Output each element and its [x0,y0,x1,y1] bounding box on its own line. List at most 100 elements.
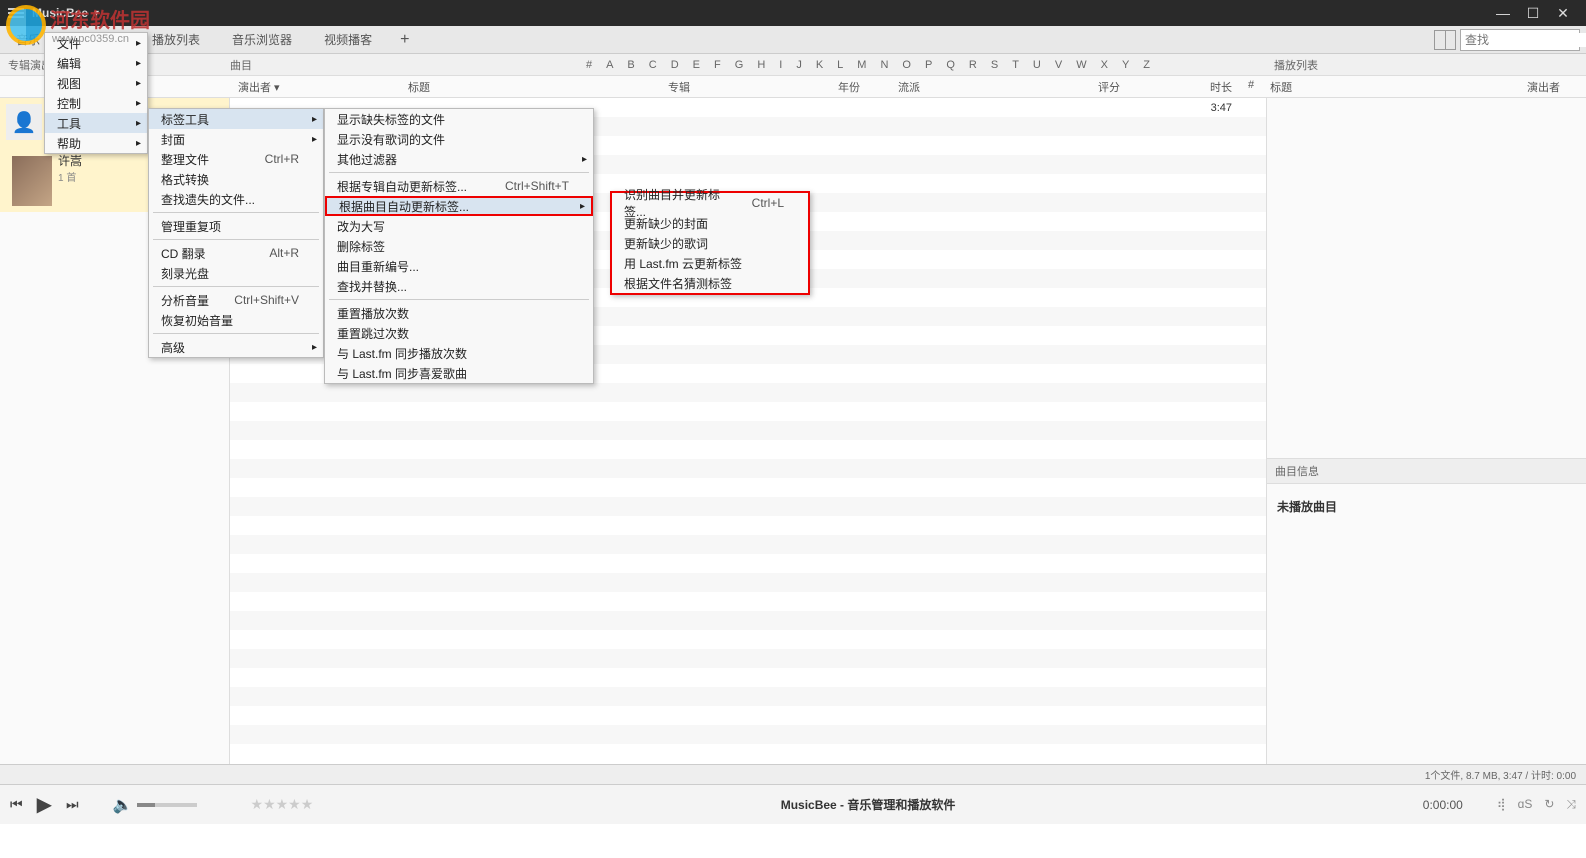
lastfm-icon[interactable]: ɑS [1518,797,1533,812]
alpha-letter[interactable]: O [902,59,911,71]
next-button[interactable]: ⏭ [66,796,79,813]
menu-analyze-vol[interactable]: 分析音量Ctrl+Shift+V [149,290,323,310]
menu-guess-filename[interactable]: 根据文件名猜测标签 [612,273,808,293]
alpha-letter[interactable]: Y [1122,59,1129,71]
menu-reset-skip[interactable]: 重置跳过次数 [325,323,593,343]
menu-cover[interactable]: 封面▸ [149,129,323,149]
shuffle-icon[interactable]: ⤨ [1566,797,1576,812]
track-row[interactable] [230,725,1266,744]
alpha-letter[interactable]: G [735,59,744,71]
col-album[interactable]: 专辑 [660,79,830,95]
track-row[interactable] [230,440,1266,459]
alpha-letter[interactable]: D [671,59,679,71]
track-row[interactable] [230,497,1266,516]
menu-view[interactable]: 视图▸ [45,73,147,93]
alpha-letter[interactable]: S [991,59,998,71]
tab-playlist[interactable]: 播放列表 [136,26,216,53]
menu-delete-tags[interactable]: 删除标签 [325,236,593,256]
menu-identify-track[interactable]: 识别曲目并更新标签...Ctrl+L [612,193,808,213]
menu-reset-play[interactable]: 重置播放次数 [325,303,593,323]
hamburger-icon[interactable] [8,8,24,18]
track-row[interactable] [230,383,1266,402]
pl-col-num[interactable]: # [1248,79,1254,95]
search-input[interactable] [1465,33,1586,47]
repeat-icon[interactable]: ↻ [1544,797,1554,812]
track-row[interactable] [230,573,1266,592]
volume-control[interactable]: 🔈 [113,795,197,815]
track-row[interactable] [230,554,1266,573]
alpha-letter[interactable]: A [606,59,613,71]
menu-find-missing[interactable]: 查找遗失的文件... [149,189,323,209]
menu-help[interactable]: 帮助▸ [45,133,147,153]
col-duration[interactable]: 时长 [1180,79,1240,95]
alpha-letter[interactable]: W [1076,59,1086,71]
track-row[interactable] [230,592,1266,611]
track-row[interactable] [230,402,1266,421]
track-row[interactable] [230,706,1266,725]
alpha-letter[interactable]: N [880,59,888,71]
menu-renumber[interactable]: 曲目重新编号... [325,256,593,276]
menu-restore-vol[interactable]: 恢复初始音量 [149,310,323,330]
menu-file[interactable]: 文件▸ [45,33,147,53]
search-box[interactable]: 🔍 ▾ [1460,29,1580,51]
track-row[interactable] [230,668,1266,687]
menu-update-by-track[interactable]: 根据曲目自动更新标签...▸ [325,196,593,216]
menu-to-upper[interactable]: 改为大写 [325,216,593,236]
tab-music-browser[interactable]: 音乐浏览器 [216,26,308,53]
maximize-button[interactable]: ☐ [1518,5,1548,22]
menu-update-by-album[interactable]: 根据专辑自动更新标签...Ctrl+Shift+T [325,176,593,196]
col-year[interactable]: 年份 [830,79,890,95]
alpha-letter[interactable]: C [649,59,657,71]
alpha-letter[interactable]: I [779,59,782,71]
menu-manage-dup[interactable]: 管理重复项 [149,216,323,236]
alpha-letter[interactable]: X [1101,59,1108,71]
menu-organize[interactable]: 整理文件Ctrl+R [149,149,323,169]
menu-find-replace[interactable]: 查找并替换... [325,276,593,296]
track-row[interactable] [230,744,1266,763]
add-tab-button[interactable]: + [388,31,421,49]
menu-tag-tools[interactable]: 标签工具▸ [149,109,323,129]
track-row[interactable] [230,421,1266,440]
track-row[interactable] [230,611,1266,630]
play-button[interactable]: ▶ [37,792,52,817]
alpha-letter[interactable]: V [1055,59,1062,71]
alpha-letter[interactable]: T [1012,59,1019,71]
track-row[interactable] [230,535,1266,554]
track-row[interactable] [230,630,1266,649]
menu-tools[interactable]: 工具▸ [45,113,147,133]
menu-cd-rip[interactable]: CD 翻录Alt+R [149,243,323,263]
col-title[interactable]: 标题 [400,79,660,95]
menu-control[interactable]: 控制▸ [45,93,147,113]
menu-show-missing-tags[interactable]: 显示缺失标签的文件 [325,109,593,129]
rating-stars[interactable]: ★★★★★ [251,796,314,813]
menu-other-filters[interactable]: 其他过滤器▸ [325,149,593,169]
close-button[interactable]: ✕ [1548,5,1578,22]
alpha-letter[interactable]: H [757,59,765,71]
menu-update-cover[interactable]: 更新缺少的封面 [612,213,808,233]
track-row[interactable] [230,459,1266,478]
col-rating[interactable]: 评分 [1090,79,1180,95]
menu-format-convert[interactable]: 格式转换 [149,169,323,189]
alpha-letter[interactable]: Z [1143,59,1150,71]
alpha-letter[interactable]: # [586,59,592,71]
alpha-letter[interactable]: B [627,59,634,71]
track-row[interactable] [230,516,1266,535]
menu-edit[interactable]: 编辑▸ [45,53,147,73]
menu-show-missing-lyrics[interactable]: 显示没有歌词的文件 [325,129,593,149]
equalizer-icon[interactable]: ⢾ [1497,797,1506,812]
menu-advanced[interactable]: 高级▸ [149,337,323,357]
layout-icon[interactable] [1434,30,1456,50]
alpha-letter[interactable]: K [816,59,823,71]
alpha-letter[interactable]: M [857,59,866,71]
alpha-letter[interactable]: U [1033,59,1041,71]
menu-lastfm-sync-love[interactable]: 与 Last.fm 同步喜爱歌曲 [325,363,593,383]
tab-video-podcast[interactable]: 视频播客 [308,26,388,53]
alpha-letter[interactable]: R [969,59,977,71]
volume-slider[interactable] [137,803,197,807]
track-row[interactable] [230,478,1266,497]
pl-col-artist[interactable]: 演出者 [1527,79,1560,95]
pl-col-title[interactable]: 标题 [1270,79,1292,95]
prev-button[interactable]: ⏮ [10,796,23,813]
track-row[interactable] [230,687,1266,706]
minimize-button[interactable]: — [1488,5,1518,21]
